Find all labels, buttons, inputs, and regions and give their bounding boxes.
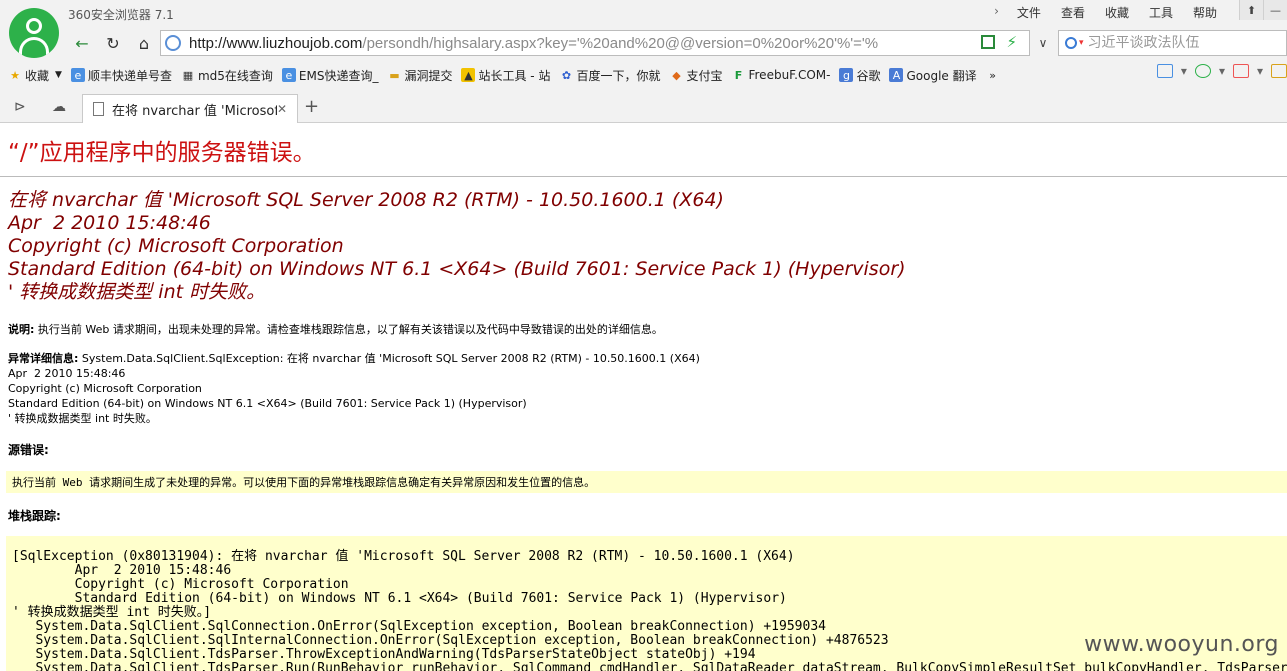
bookmark-md5[interactable]: ▦ md5在线查询 — [181, 67, 273, 84]
folder-icon: ▬ — [389, 68, 400, 82]
globe-icon — [165, 35, 181, 51]
menu-help[interactable]: 帮助 — [1183, 4, 1227, 21]
error-title-line-1: 在将 nvarchar 值 'Microsoft SQL Server 2008… — [8, 189, 724, 211]
page-heading: “/”应用程序中的服务器错误。 — [8, 140, 316, 166]
source-error-box: 执行当前 Web 请求期间生成了未处理的异常。可以使用下面的异常堆栈跟踪信息确定… — [6, 471, 1287, 493]
shield-icon: ◆ — [672, 68, 681, 82]
qr-code-icon[interactable] — [981, 35, 995, 49]
sidebar-toggle-icon[interactable]: ⊳ — [14, 99, 26, 115]
exception-details-label: 异常详细信息: — [8, 352, 79, 365]
description-text: 执行当前 Web 请求期间，出现未处理的异常。请检查堆栈跟踪信息，以了解有关该错… — [34, 323, 663, 336]
tab-title: 在将 nvarchar 值 'Microsoft S — [112, 103, 277, 119]
error-title: 在将 nvarchar 值 'Microsoft SQL Server 2008… — [8, 189, 906, 304]
url-domain: http://www.liuzhoujob.com — [189, 34, 363, 52]
browser-title: 360安全浏览器 7.1 — [68, 8, 174, 22]
back-arrow-icon[interactable]: ← — [70, 32, 94, 54]
security-icon[interactable] — [1194, 64, 1211, 78]
screenshot-icon[interactable] — [1271, 64, 1287, 78]
bookmark-google-translate[interactable]: A Google 翻译 — [889, 67, 977, 84]
refresh-icon[interactable]: ↻ — [101, 32, 125, 54]
description-label: 说明: — [8, 323, 35, 336]
url-path: /persondh/highsalary.aspx?key='%20and%20… — [362, 34, 879, 52]
search-engine-caret-icon[interactable]: ▾ — [1079, 38, 1084, 48]
exception-details: 异常详细信息: System.Data.SqlClient.SqlExcepti… — [8, 351, 700, 426]
exception-details-rest: Apr 2 2010 15:48:46 Copyright (c) Micros… — [8, 367, 527, 425]
chevron-down-icon[interactable]: ▾ — [1181, 64, 1187, 78]
bookmarks-bar: ★ 收藏 ▼ e 顺丰快递单号查 ▦ md5在线查询 e EMS快递查询_ ▬ 漏洞提交 ▲… — [8, 64, 1012, 86]
menu-favorites[interactable]: 收藏 — [1095, 4, 1139, 21]
page-content: “/”应用程序中的服务器错误。 在将 nvarchar 值 'Microsoft… — [0, 123, 1287, 671]
chevron-right-icon[interactable]: › — [986, 4, 1007, 21]
error-title-line-2: Apr 2 2010 15:48:46 — [8, 212, 211, 234]
source-error-label: 源错误: — [8, 443, 49, 457]
window-controls: ⬆ — — [1239, 0, 1287, 20]
bookmark-webmaster-tools[interactable]: ▲ 站长工具 - 站 — [461, 67, 550, 84]
watermark: www.wooyun.org — [1084, 632, 1279, 657]
star-icon: ★ — [10, 68, 20, 82]
stack-trace-label: 堆栈跟踪: — [8, 509, 61, 523]
bookmarks-overflow[interactable]: » — [986, 68, 1003, 82]
bookmark-shunfeng[interactable]: e 顺丰快递单号查 — [70, 67, 172, 84]
freebuf-icon: F — [734, 68, 743, 82]
error-title-line-4: Standard Edition (64-bit) on Windows NT … — [8, 258, 906, 280]
tab-bar: ⊳ ☁ 在将 nvarchar 值 'Microsoft S ✕ + — [0, 93, 1287, 123]
browser-chrome: 360安全浏览器 7.1 › 文件 查看 收藏 工具 帮助 ⬆ — ← ↻ ⌂ … — [0, 0, 1287, 123]
skin-icon[interactable]: ⬆ — [1239, 0, 1263, 20]
bookmark-favorites[interactable]: ★ 收藏 ▼ — [8, 67, 62, 84]
apps-icon[interactable] — [1156, 64, 1173, 78]
error-title-line-5: ' 转换成数据类型 int 时失败。 — [8, 281, 266, 303]
user-avatar-icon[interactable] — [9, 8, 59, 58]
bookmark-freebuf[interactable]: F FreebuF.COM- — [731, 68, 831, 82]
bookmark-google[interactable]: g 谷歌 — [839, 67, 880, 84]
bookmark-ems[interactable]: e EMS快递查询_ — [281, 67, 378, 84]
tool-icon: ▲ — [461, 68, 476, 82]
paw-icon: ✿ — [561, 68, 572, 82]
bookmark-baidu[interactable]: ✿ 百度一下，你就 — [559, 67, 661, 84]
chevron-down-icon[interactable]: ▾ — [1219, 64, 1225, 78]
google-icon: g — [839, 68, 854, 82]
address-dropdown-icon[interactable]: ∨ — [1032, 32, 1054, 54]
search-input[interactable] — [1087, 35, 1278, 51]
divider — [0, 176, 1287, 177]
address-bar[interactable]: http://www.liuzhoujob.com/persondh/highs… — [160, 30, 1030, 56]
exception-details-first: System.Data.SqlClient.SqlException: 在将 n… — [78, 352, 700, 365]
lightning-icon[interactable]: ⚡ — [1006, 33, 1017, 51]
cloud-icon[interactable]: ☁ — [52, 99, 66, 115]
adblock-icon[interactable] — [1232, 64, 1249, 78]
chevron-down-icon[interactable]: ▼ — [55, 70, 62, 80]
menu-bar: › 文件 查看 收藏 工具 帮助 — [986, 4, 1227, 21]
bookmark-vuln-submit[interactable]: ▬ 漏洞提交 — [387, 67, 452, 84]
tab-active[interactable]: 在将 nvarchar 值 'Microsoft S ✕ — [82, 94, 298, 123]
menu-view[interactable]: 查看 — [1051, 4, 1095, 21]
minimize-icon[interactable]: — — [1263, 0, 1287, 20]
document-icon — [93, 102, 104, 116]
close-tab-icon[interactable]: ✕ — [277, 102, 293, 116]
double-chevron-icon: » — [989, 68, 996, 82]
page-icon: e — [70, 68, 85, 82]
grid-icon: ▦ — [182, 68, 194, 82]
error-title-line-3: Copyright (c) Microsoft Corporation — [8, 235, 344, 257]
menu-tools[interactable]: 工具 — [1139, 4, 1183, 21]
chevron-down-icon[interactable]: ▾ — [1257, 64, 1263, 78]
description: 说明: 执行当前 Web 请求期间，出现未处理的异常。请检查堆栈跟踪信息，以了解… — [8, 321, 663, 337]
home-icon[interactable]: ⌂ — [132, 32, 156, 54]
toolbar-extensions: ▾ ▾ ▾ — [1156, 64, 1287, 78]
search-box[interactable]: ▾ — [1058, 30, 1287, 56]
menu-file[interactable]: 文件 — [1007, 4, 1051, 21]
search-icon[interactable] — [1065, 37, 1077, 49]
url-text[interactable]: http://www.liuzhoujob.com/persondh/highs… — [189, 35, 878, 52]
page-icon: e — [281, 68, 296, 82]
new-tab-icon[interactable]: + — [304, 96, 319, 117]
bookmark-alipay[interactable]: ◆ 支付宝 — [669, 67, 722, 84]
translate-icon: A — [889, 68, 904, 82]
